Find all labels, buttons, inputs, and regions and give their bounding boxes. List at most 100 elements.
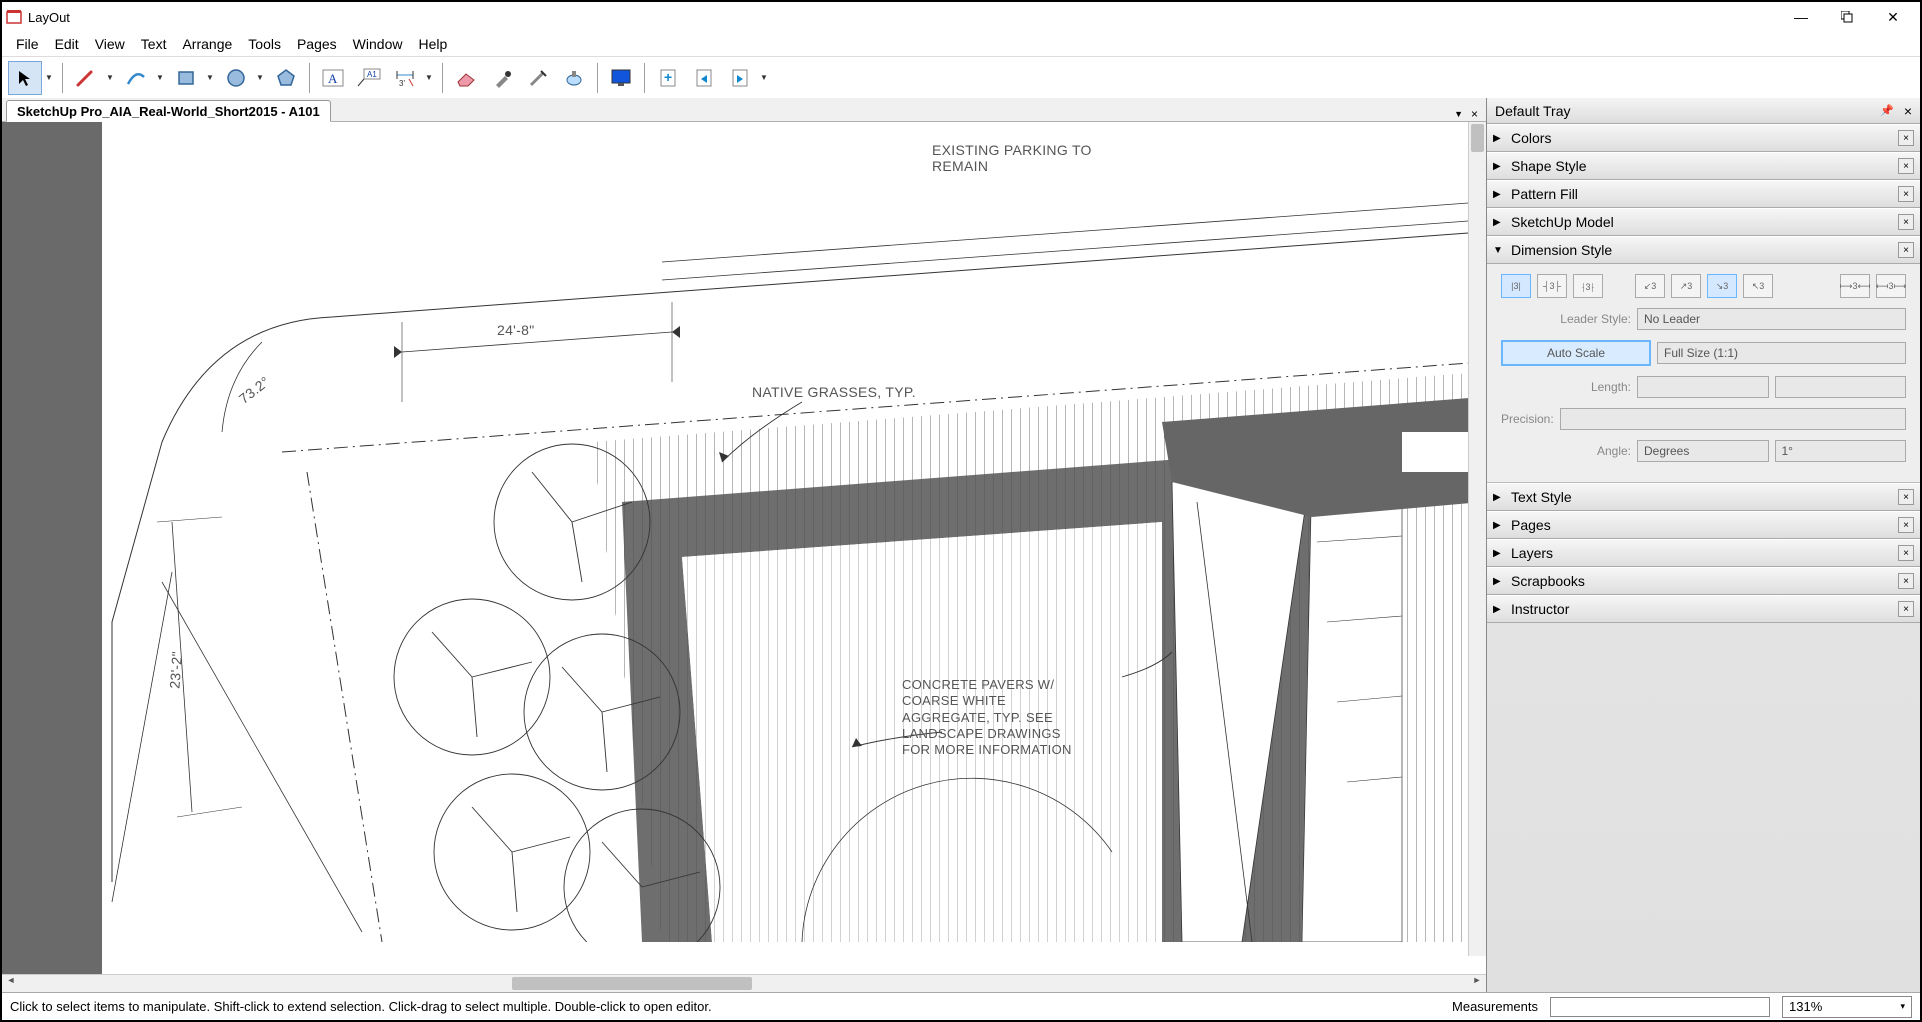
close-icon[interactable]: ×: [1898, 489, 1914, 505]
dim-text-offset[interactable]: ⸡3⸠: [1573, 274, 1603, 298]
statusbar: Click to select items to manipulate. Shi…: [2, 992, 1920, 1020]
horizontal-scrollbar[interactable]: ◄ ►: [2, 975, 1486, 992]
vertical-scrollbar[interactable]: [1468, 122, 1486, 956]
tab-close-button[interactable]: ×: [1471, 107, 1478, 121]
precision-select[interactable]: [1560, 408, 1906, 430]
scale-select[interactable]: Full Size (1:1): [1657, 342, 1906, 364]
panel-scrapbooks[interactable]: ▶Scrapbooks×: [1487, 567, 1920, 595]
svg-text:+: +: [664, 69, 672, 85]
dim-dropdown[interactable]: ▼: [422, 61, 436, 95]
menu-tools[interactable]: Tools: [240, 34, 289, 54]
dim-text-center[interactable]: |3|: [1501, 274, 1531, 298]
status-hint: Click to select items to manipulate. Shi…: [10, 999, 712, 1014]
autoscale-button[interactable]: Auto Scale: [1501, 340, 1651, 366]
minimize-button[interactable]: —: [1778, 2, 1824, 32]
svg-text:3': 3': [399, 79, 405, 88]
polygon-tool[interactable]: [269, 61, 303, 95]
length-unit-select[interactable]: [1637, 376, 1769, 398]
panel-instructor[interactable]: ▶Instructor×: [1487, 595, 1920, 623]
arc-dropdown[interactable]: ▼: [153, 61, 167, 95]
angle-precision-select[interactable]: 1°: [1775, 440, 1907, 462]
circle-dropdown[interactable]: ▼: [253, 61, 267, 95]
rect-dropdown[interactable]: ▼: [203, 61, 217, 95]
join-tool[interactable]: [557, 61, 591, 95]
leader-style-select[interactable]: No Leader: [1637, 308, 1906, 330]
panel-pattern-fill[interactable]: ▶Pattern Fill×: [1487, 180, 1920, 208]
dim-align-2[interactable]: ↗3: [1671, 274, 1701, 298]
close-icon[interactable]: ×: [1898, 242, 1914, 258]
label-tool[interactable]: A1: [352, 61, 386, 95]
close-icon[interactable]: ×: [1898, 573, 1914, 589]
app-title: LayOut: [28, 10, 70, 25]
next-page-button[interactable]: [723, 61, 757, 95]
note-grasses: NATIVE GRASSES, TYP.: [752, 384, 916, 400]
line-tool[interactable]: [69, 61, 103, 95]
close-icon[interactable]: ×: [1898, 214, 1914, 230]
svg-text:A1: A1: [367, 70, 377, 79]
panel-pages[interactable]: ▶Pages×: [1487, 511, 1920, 539]
note-parking: EXISTING PARKING TO REMAIN: [932, 142, 1092, 174]
eraser-tool[interactable]: [449, 61, 483, 95]
dim-text-above[interactable]: ┤3├: [1537, 274, 1567, 298]
tab-menu-arrow[interactable]: ▼: [1454, 109, 1463, 119]
svg-text:A: A: [328, 71, 338, 86]
close-icon[interactable]: ×: [1898, 158, 1914, 174]
rectangle-tool[interactable]: [169, 61, 203, 95]
window-controls: — ✕: [1778, 2, 1916, 32]
select-dropdown[interactable]: ▼: [42, 61, 56, 95]
angle-unit-select[interactable]: Degrees: [1637, 440, 1769, 462]
close-button[interactable]: ✕: [1870, 2, 1916, 32]
menu-edit[interactable]: Edit: [47, 34, 87, 54]
add-page-button[interactable]: +: [651, 61, 685, 95]
zoom-select[interactable]: 131%▾: [1782, 996, 1912, 1018]
measurements-input[interactable]: [1550, 997, 1770, 1017]
toolbar: ▼ ▼ ▼ ▼ ▼ A A1 3' ▼ + ▼: [2, 56, 1920, 98]
menu-file[interactable]: File: [8, 34, 47, 54]
dim-left: 23'-2": [166, 651, 185, 689]
titlebar: LayOut — ✕: [2, 2, 1920, 32]
close-icon[interactable]: ×: [1898, 130, 1914, 146]
drawing-content: [102, 122, 1482, 942]
menu-view[interactable]: View: [87, 34, 133, 54]
document-tab[interactable]: SketchUp Pro_AIA_Real-World_Short2015 - …: [6, 100, 331, 122]
close-icon[interactable]: ×: [1898, 601, 1914, 617]
menu-pages[interactable]: Pages: [289, 34, 345, 54]
close-icon[interactable]: ×: [1898, 186, 1914, 202]
eyedropper-tool[interactable]: [485, 61, 519, 95]
arc-tool[interactable]: [119, 61, 153, 95]
split-tool[interactable]: [521, 61, 555, 95]
panel-dimension-style[interactable]: ▼Dimension Style×: [1487, 236, 1920, 264]
presentation-tool[interactable]: [604, 61, 638, 95]
dim-arrow-in[interactable]: ⟼3⟻: [1840, 274, 1870, 298]
close-icon[interactable]: ×: [1898, 545, 1914, 561]
text-tool[interactable]: A: [316, 61, 350, 95]
length-precision-select[interactable]: [1775, 376, 1907, 398]
select-tool[interactable]: [8, 61, 42, 95]
dim-align-4[interactable]: ↖3: [1743, 274, 1773, 298]
menu-help[interactable]: Help: [410, 34, 455, 54]
dim-top: 24'-8": [497, 322, 534, 338]
line-dropdown[interactable]: ▼: [103, 61, 117, 95]
menu-window[interactable]: Window: [345, 34, 411, 54]
panel-colors[interactable]: ▶Colors×: [1487, 124, 1920, 152]
panel-layers[interactable]: ▶Layers×: [1487, 539, 1920, 567]
menu-text[interactable]: Text: [133, 34, 175, 54]
prev-page-button[interactable]: [687, 61, 721, 95]
maximize-button[interactable]: [1824, 2, 1870, 32]
tray-title[interactable]: Default Tray 📌 ×: [1487, 98, 1920, 124]
dim-arrow-out[interactable]: ⟻3⟼: [1876, 274, 1906, 298]
close-icon[interactable]: ×: [1898, 517, 1914, 533]
circle-tool[interactable]: [219, 61, 253, 95]
dim-align-3[interactable]: ↘3: [1707, 274, 1737, 298]
tray-close-button[interactable]: ×: [1904, 103, 1912, 119]
note-pavers: CONCRETE PAVERS W/ COARSE WHITE AGGREGAT…: [902, 677, 1072, 758]
page-dropdown[interactable]: ▼: [757, 61, 771, 95]
panel-shape-style[interactable]: ▶Shape Style×: [1487, 152, 1920, 180]
canvas[interactable]: EXISTING PARKING TO REMAIN NATIVE GRASSE…: [2, 122, 1486, 974]
panel-text-style[interactable]: ▶Text Style×: [1487, 483, 1920, 511]
dimension-tool[interactable]: 3': [388, 61, 422, 95]
menu-arrange[interactable]: Arrange: [174, 34, 240, 54]
tray-pin-icon[interactable]: 📌: [1876, 104, 1898, 117]
dim-align-1[interactable]: ↙3: [1635, 274, 1665, 298]
panel-sketchup-model[interactable]: ▶SketchUp Model×: [1487, 208, 1920, 236]
